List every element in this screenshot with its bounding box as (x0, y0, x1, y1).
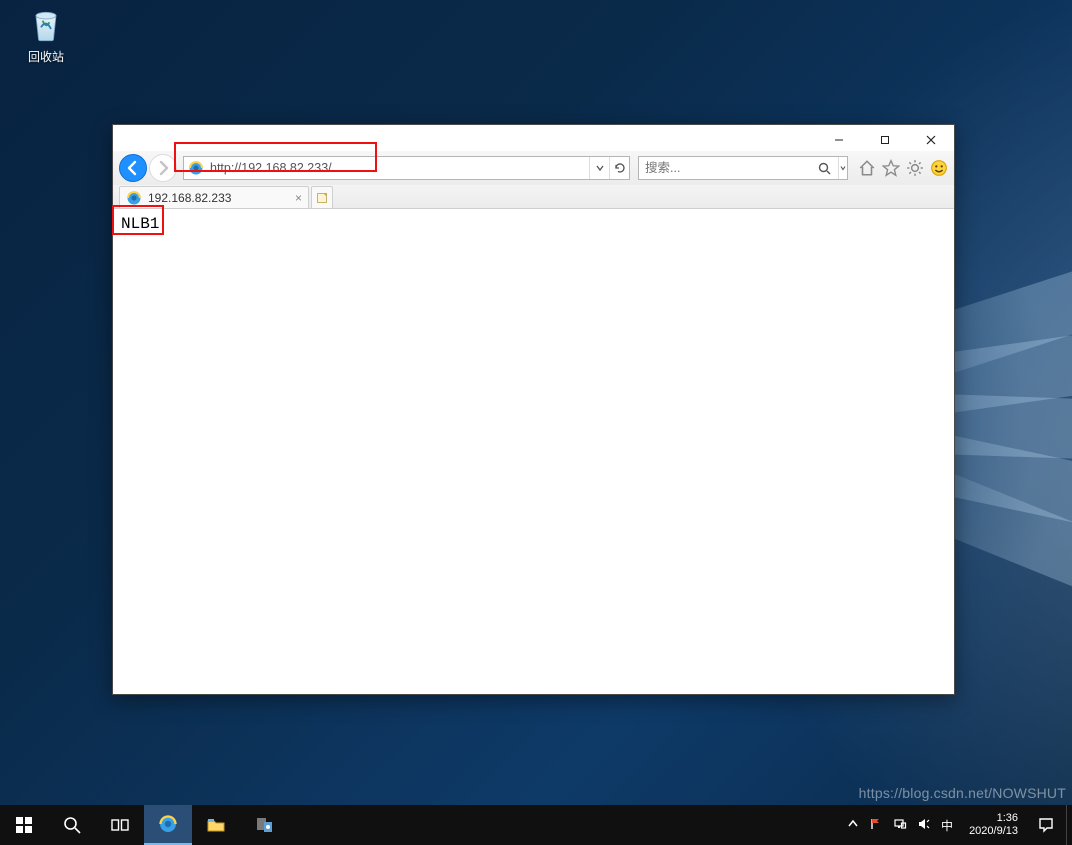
clock-time: 1:36 (969, 812, 1018, 825)
speaker-icon (917, 817, 931, 831)
taskbar-app-ie[interactable] (144, 805, 192, 845)
back-button[interactable] (119, 154, 147, 182)
page-content[interactable]: NLB1 (113, 209, 954, 694)
show-desktop-button[interactable] (1066, 805, 1072, 845)
tray-network-icon[interactable] (893, 817, 907, 834)
refresh-icon (614, 162, 626, 174)
new-tab-icon (316, 192, 328, 204)
recycle-bin-label: 回收站 (16, 48, 76, 65)
smiley-button[interactable] (930, 159, 948, 177)
tools-button[interactable] (906, 159, 924, 177)
windows-logo-icon (14, 815, 34, 835)
recycle-bin-desktop-icon[interactable]: 回收站 (16, 4, 76, 65)
toolbar-icons (858, 159, 948, 177)
ie-icon (158, 814, 178, 834)
search-icon (818, 162, 831, 175)
taskbar-app-server-manager[interactable] (240, 805, 288, 845)
search-button[interactable] (812, 157, 838, 179)
server-manager-icon (254, 815, 274, 835)
tray-volume-icon[interactable] (917, 817, 931, 834)
network-icon (893, 817, 907, 831)
ie-window: 192.168.82.233 × NLB1 (112, 124, 955, 695)
arrow-right-icon (155, 160, 171, 176)
folder-icon (206, 815, 226, 835)
gear-icon (906, 159, 924, 177)
clock-date: 2020/9/13 (969, 825, 1018, 838)
address-bar[interactable] (183, 156, 630, 180)
forward-button[interactable] (149, 154, 177, 182)
tab-title: 192.168.82.233 (148, 191, 231, 205)
system-tray: 中 1:36 2020/9/13 (839, 805, 1072, 845)
home-button[interactable] (858, 159, 876, 177)
start-button[interactable] (0, 805, 48, 845)
page-body-text: NLB1 (121, 215, 159, 233)
ie-favicon-icon (126, 190, 142, 206)
recycle-bin-icon (26, 4, 66, 44)
search-bar[interactable] (638, 156, 848, 180)
arrow-left-icon (125, 160, 141, 176)
chevron-up-icon (847, 818, 859, 830)
task-view-icon (110, 815, 130, 835)
new-tab-button[interactable] (311, 186, 333, 208)
taskbar-clock[interactable]: 1:36 2020/9/13 (961, 812, 1026, 837)
refresh-button[interactable] (609, 157, 629, 179)
search-icon (62, 815, 82, 835)
ie-favicon-icon (188, 160, 204, 176)
ime-indicator[interactable]: 中 (941, 817, 953, 834)
address-input[interactable] (208, 161, 589, 175)
tab-close-button[interactable]: × (295, 191, 302, 205)
search-dropdown-button[interactable] (838, 157, 847, 179)
browser-tab[interactable]: 192.168.82.233 × (119, 186, 309, 208)
navigation-bar (113, 151, 954, 185)
home-icon (858, 159, 876, 177)
flag-icon (869, 817, 883, 831)
task-view-button[interactable] (96, 805, 144, 845)
favorites-button[interactable] (882, 159, 900, 177)
notification-icon (1038, 817, 1054, 833)
tray-security-icon[interactable] (869, 817, 883, 834)
address-dropdown-button[interactable] (589, 157, 609, 179)
tab-strip: 192.168.82.233 × (113, 185, 954, 209)
chevron-down-icon (840, 165, 846, 171)
address-bar-right (589, 157, 629, 179)
chevron-down-icon (596, 164, 604, 172)
search-input[interactable] (639, 161, 812, 175)
taskbar[interactable]: 中 1:36 2020/9/13 (0, 805, 1072, 845)
action-center-button[interactable] (1026, 805, 1066, 845)
search-taskbar-button[interactable] (48, 805, 96, 845)
taskbar-app-explorer[interactable] (192, 805, 240, 845)
smiley-icon (930, 159, 948, 177)
star-icon (882, 159, 900, 177)
tray-chevron-button[interactable] (847, 818, 859, 833)
